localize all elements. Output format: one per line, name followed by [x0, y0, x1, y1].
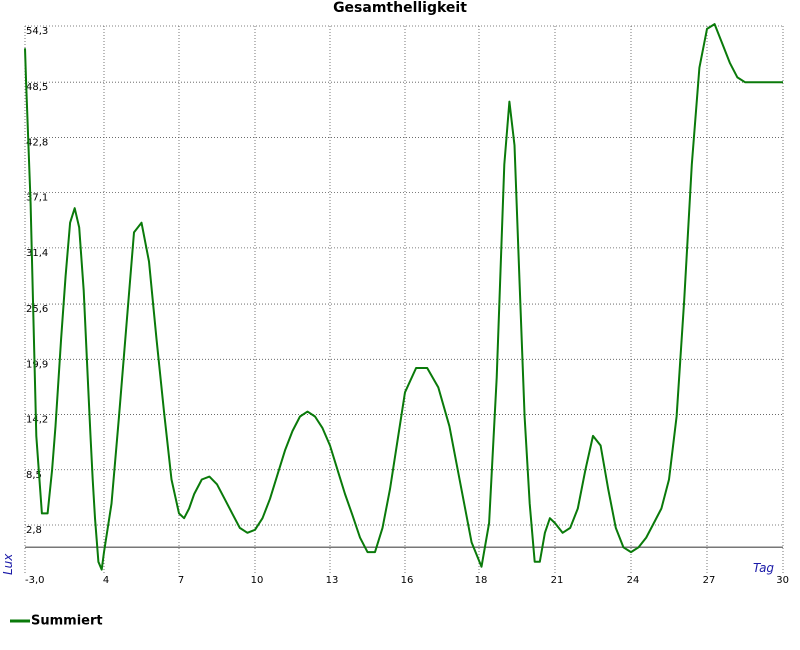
- y-tick-label: 54,3: [26, 26, 48, 37]
- x-tick-label: 18: [475, 575, 488, 586]
- x-tick-label: 16: [401, 575, 414, 586]
- tick-labels: 2,88,514,219,925,631,437,142,848,554,3-3…: [25, 26, 789, 586]
- x-tick-label: 10: [251, 575, 264, 586]
- chart-title: Gesamthelligkeit: [333, 0, 467, 16]
- chart: Gesamthelligkeit 2,8 8,5 14,2 19,9 25,6 31,4 3…: [0, 0, 800, 650]
- y-tick-label: 48,5: [26, 82, 48, 93]
- y-tick-label: 14,2: [26, 415, 48, 426]
- x-tick-label: -3,0: [25, 575, 45, 586]
- x-tick-label: 7: [178, 575, 184, 586]
- x-tick-label: 13: [326, 575, 339, 586]
- x-tick-label: 30: [776, 575, 789, 586]
- x-axis-label: Tag: [753, 561, 774, 575]
- legend: Summiert: [10, 614, 103, 629]
- x-tick-label: 24: [627, 575, 640, 586]
- series-layer: [24, 23, 783, 571]
- legend-label-summiert: Summiert: [31, 614, 103, 629]
- series-line-summiert: [24, 23, 783, 571]
- y-tick-label: 31,4: [26, 248, 48, 259]
- x-tick-label: 27: [703, 575, 716, 586]
- y-tick-label: 2,8: [26, 525, 42, 536]
- y-axis-label: Lux: [1, 553, 15, 575]
- grid: [24, 25, 784, 575]
- x-tick-label: 21: [551, 575, 564, 586]
- y-tick-label: 19,9: [26, 359, 48, 370]
- line-chart-svg: Gesamthelligkeit 2,88,514,219,925,631,43…: [1, 0, 789, 629]
- y-tick-label: 25,6: [26, 304, 48, 315]
- x-tick-label: 4: [103, 575, 109, 586]
